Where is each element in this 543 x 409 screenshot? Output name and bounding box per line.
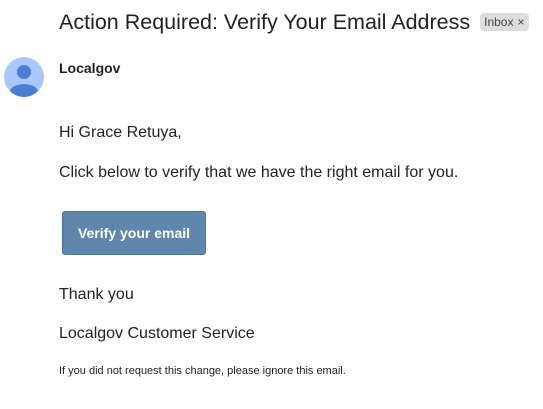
- subject-row: Action Required: Verify Your Email Addre…: [59, 8, 543, 36]
- email-subject: Action Required: Verify Your Email Addre…: [59, 10, 471, 34]
- label-chip-inbox[interactable]: Inbox ×: [480, 13, 529, 31]
- label-chip-text: Inbox: [484, 15, 514, 29]
- email-footnote: If you did not request this change, plea…: [59, 365, 346, 377]
- sender-avatar[interactable]: [4, 57, 44, 97]
- email-view: Action Required: Verify Your Email Addre…: [0, 0, 543, 409]
- email-instruction: Click below to verify that we have the r…: [59, 164, 459, 181]
- close-icon[interactable]: ×: [517, 14, 524, 30]
- person-avatar-icon: [4, 57, 44, 97]
- verify-email-button[interactable]: Verify your email: [62, 211, 206, 255]
- email-greeting: Hi Grace Retuya,: [59, 124, 182, 141]
- email-signoff: Localgov Customer Service: [59, 325, 255, 342]
- sender-name[interactable]: Localgov: [59, 60, 120, 76]
- email-thanks: Thank you: [59, 286, 134, 303]
